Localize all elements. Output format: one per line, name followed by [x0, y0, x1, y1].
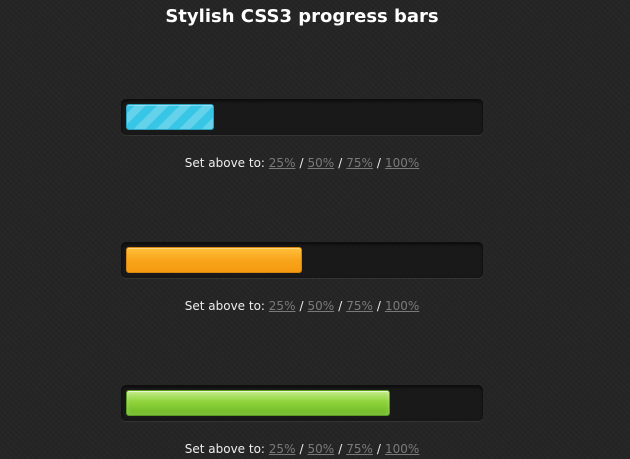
progress-demo-orange: Set above to: 25%/50%/75%/100% [121, 242, 483, 314]
separator: / [376, 299, 381, 313]
set-100-link[interactable]: 100% [385, 299, 419, 313]
set-50-link[interactable]: 50% [308, 442, 335, 456]
set-label: Set above to: [184, 442, 265, 456]
set-label: Set above to: [184, 299, 265, 313]
set-75-link[interactable]: 75% [346, 442, 373, 456]
set-25-link[interactable]: 25% [269, 156, 296, 170]
progress-demo-green: Set above to: 25%/50%/75%/100% [121, 385, 483, 457]
set-75-link[interactable]: 75% [346, 156, 373, 170]
set-25-link[interactable]: 25% [269, 442, 296, 456]
progress-fill-blue [126, 104, 214, 130]
separator: / [376, 156, 381, 170]
separator: / [299, 156, 304, 170]
page-title: Stylish CSS3 progress bars [165, 6, 439, 27]
progress-fill-orange [126, 247, 302, 273]
progress-controls: Set above to: 25%/50%/75%/100% [121, 441, 483, 457]
progress-track [121, 99, 483, 135]
progress-fill-green [126, 390, 390, 416]
separator: / [338, 156, 343, 170]
separator: / [299, 299, 304, 313]
separator: / [299, 442, 304, 456]
set-75-link[interactable]: 75% [346, 299, 373, 313]
set-100-link[interactable]: 100% [385, 156, 419, 170]
set-50-link[interactable]: 50% [308, 299, 335, 313]
progress-controls: Set above to: 25%/50%/75%/100% [121, 298, 483, 314]
progress-demo-blue: Set above to: 25%/50%/75%/100% [121, 99, 483, 171]
progress-track [121, 385, 483, 421]
set-label: Set above to: [184, 156, 265, 170]
separator: / [338, 299, 343, 313]
progress-track [121, 242, 483, 278]
set-25-link[interactable]: 25% [269, 299, 296, 313]
separator: / [338, 442, 343, 456]
separator: / [376, 442, 381, 456]
set-50-link[interactable]: 50% [308, 156, 335, 170]
set-100-link[interactable]: 100% [385, 442, 419, 456]
progress-controls: Set above to: 25%/50%/75%/100% [121, 155, 483, 171]
